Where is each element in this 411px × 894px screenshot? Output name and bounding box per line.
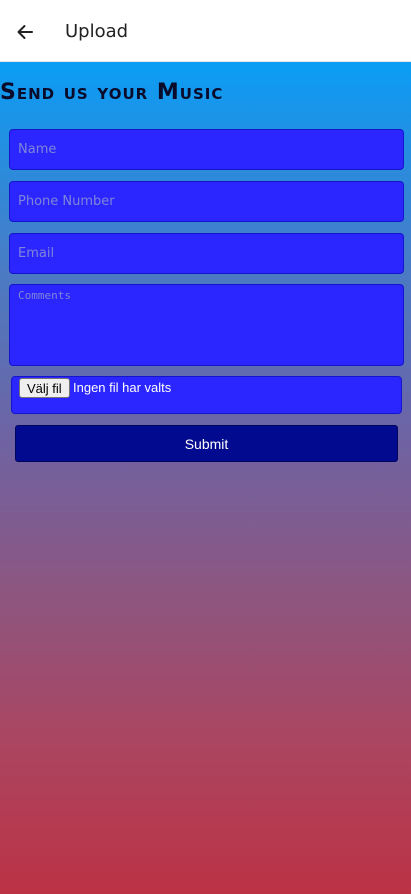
page-title: Upload (65, 21, 129, 42)
upload-form-area: Send us your Music Välj fil Ingen fil ha… (0, 62, 411, 894)
choose-file-button[interactable]: Välj fil (19, 378, 70, 398)
app-bar: Upload (0, 0, 411, 62)
back-button[interactable] (10, 17, 40, 47)
phone-number-input[interactable] (9, 181, 404, 222)
file-status-text: Ingen fil har valts (73, 380, 172, 395)
arrow-left-icon (17, 25, 33, 39)
submit-button[interactable]: Submit (15, 425, 398, 462)
file-upload-field: Välj fil Ingen fil har valts (11, 376, 402, 414)
email-input[interactable] (9, 233, 404, 274)
form-heading: Send us your Music (0, 80, 224, 105)
name-input[interactable] (9, 129, 404, 170)
comments-textarea[interactable] (9, 284, 404, 366)
